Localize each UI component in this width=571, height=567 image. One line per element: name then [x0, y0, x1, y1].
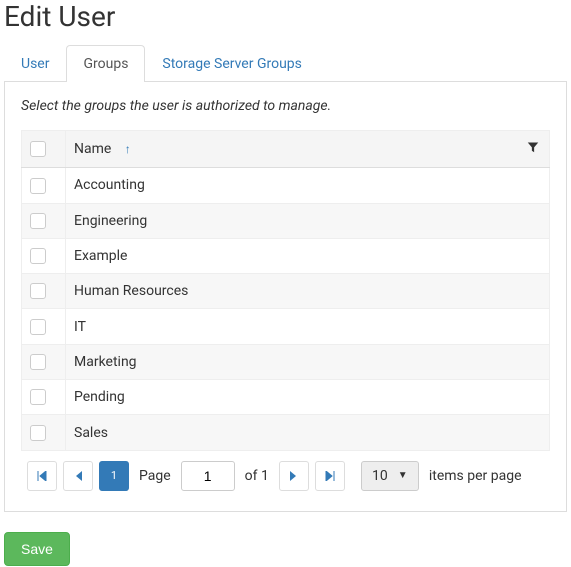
- cell-name: IT: [66, 309, 550, 344]
- table-row: IT: [22, 309, 550, 344]
- column-header-select: [22, 131, 66, 168]
- pager: 1 Page of 1 10 ▼ items per page: [21, 451, 550, 495]
- tab-panel: Select the groups the user is authorized…: [4, 82, 567, 512]
- tab-storage-server-groups[interactable]: Storage Server Groups: [145, 45, 318, 82]
- row-checkbox[interactable]: [30, 425, 46, 441]
- pager-last-button[interactable]: [315, 461, 345, 491]
- table-body: Accounting Engineering Example Human Res…: [22, 168, 550, 450]
- pager-next-button[interactable]: [279, 461, 309, 491]
- pager-of-label: of 1: [245, 468, 269, 484]
- select-all-checkbox[interactable]: [30, 141, 46, 157]
- row-checkbox[interactable]: [30, 389, 46, 405]
- cell-name: Engineering: [66, 203, 550, 238]
- page-title: Edit User: [4, 0, 567, 33]
- filter-icon[interactable]: [527, 141, 539, 157]
- pager-page-1-button[interactable]: 1: [99, 461, 129, 491]
- sort-asc-icon[interactable]: ↑: [125, 142, 131, 156]
- column-header-name[interactable]: Name ↑: [66, 131, 550, 168]
- table-row: Accounting: [22, 168, 550, 203]
- prev-icon: [74, 471, 82, 481]
- groups-table: Name ↑ Accounting Engineering Example: [21, 130, 550, 451]
- tab-user[interactable]: User: [4, 45, 66, 82]
- last-icon: [325, 471, 335, 481]
- table-row: Engineering: [22, 203, 550, 238]
- row-checkbox[interactable]: [30, 319, 46, 335]
- table-row: Pending: [22, 380, 550, 415]
- tab-groups[interactable]: Groups: [66, 45, 145, 82]
- caret-down-icon: ▼: [398, 470, 408, 481]
- instruction-text: Select the groups the user is authorized…: [21, 98, 550, 114]
- row-checkbox[interactable]: [30, 283, 46, 299]
- next-icon: [290, 471, 298, 481]
- table-row: Human Resources: [22, 274, 550, 309]
- first-icon: [37, 471, 47, 481]
- table-row: Example: [22, 238, 550, 273]
- cell-name: Accounting: [66, 168, 550, 203]
- save-button[interactable]: Save: [4, 532, 70, 566]
- pager-prev-button[interactable]: [63, 461, 93, 491]
- pager-page-size-value: 10: [372, 468, 388, 484]
- cell-name: Human Resources: [66, 274, 550, 309]
- table-row: Sales: [22, 415, 550, 450]
- cell-name: Marketing: [66, 344, 550, 379]
- row-checkbox[interactable]: [30, 248, 46, 264]
- row-checkbox[interactable]: [30, 354, 46, 370]
- pager-page-label: Page: [139, 468, 171, 484]
- pager-page-size-select[interactable]: 10 ▼: [361, 461, 419, 491]
- pager-page-input[interactable]: [181, 461, 235, 491]
- cell-name: Example: [66, 238, 550, 273]
- cell-name: Pending: [66, 380, 550, 415]
- tabs: User Groups Storage Server Groups: [4, 45, 567, 82]
- column-header-name-label: Name: [74, 141, 111, 157]
- cell-name: Sales: [66, 415, 550, 450]
- table-row: Marketing: [22, 344, 550, 379]
- pager-first-button[interactable]: [27, 461, 57, 491]
- row-checkbox[interactable]: [30, 178, 46, 194]
- row-checkbox[interactable]: [30, 213, 46, 229]
- pager-per-page-label: items per page: [429, 468, 522, 484]
